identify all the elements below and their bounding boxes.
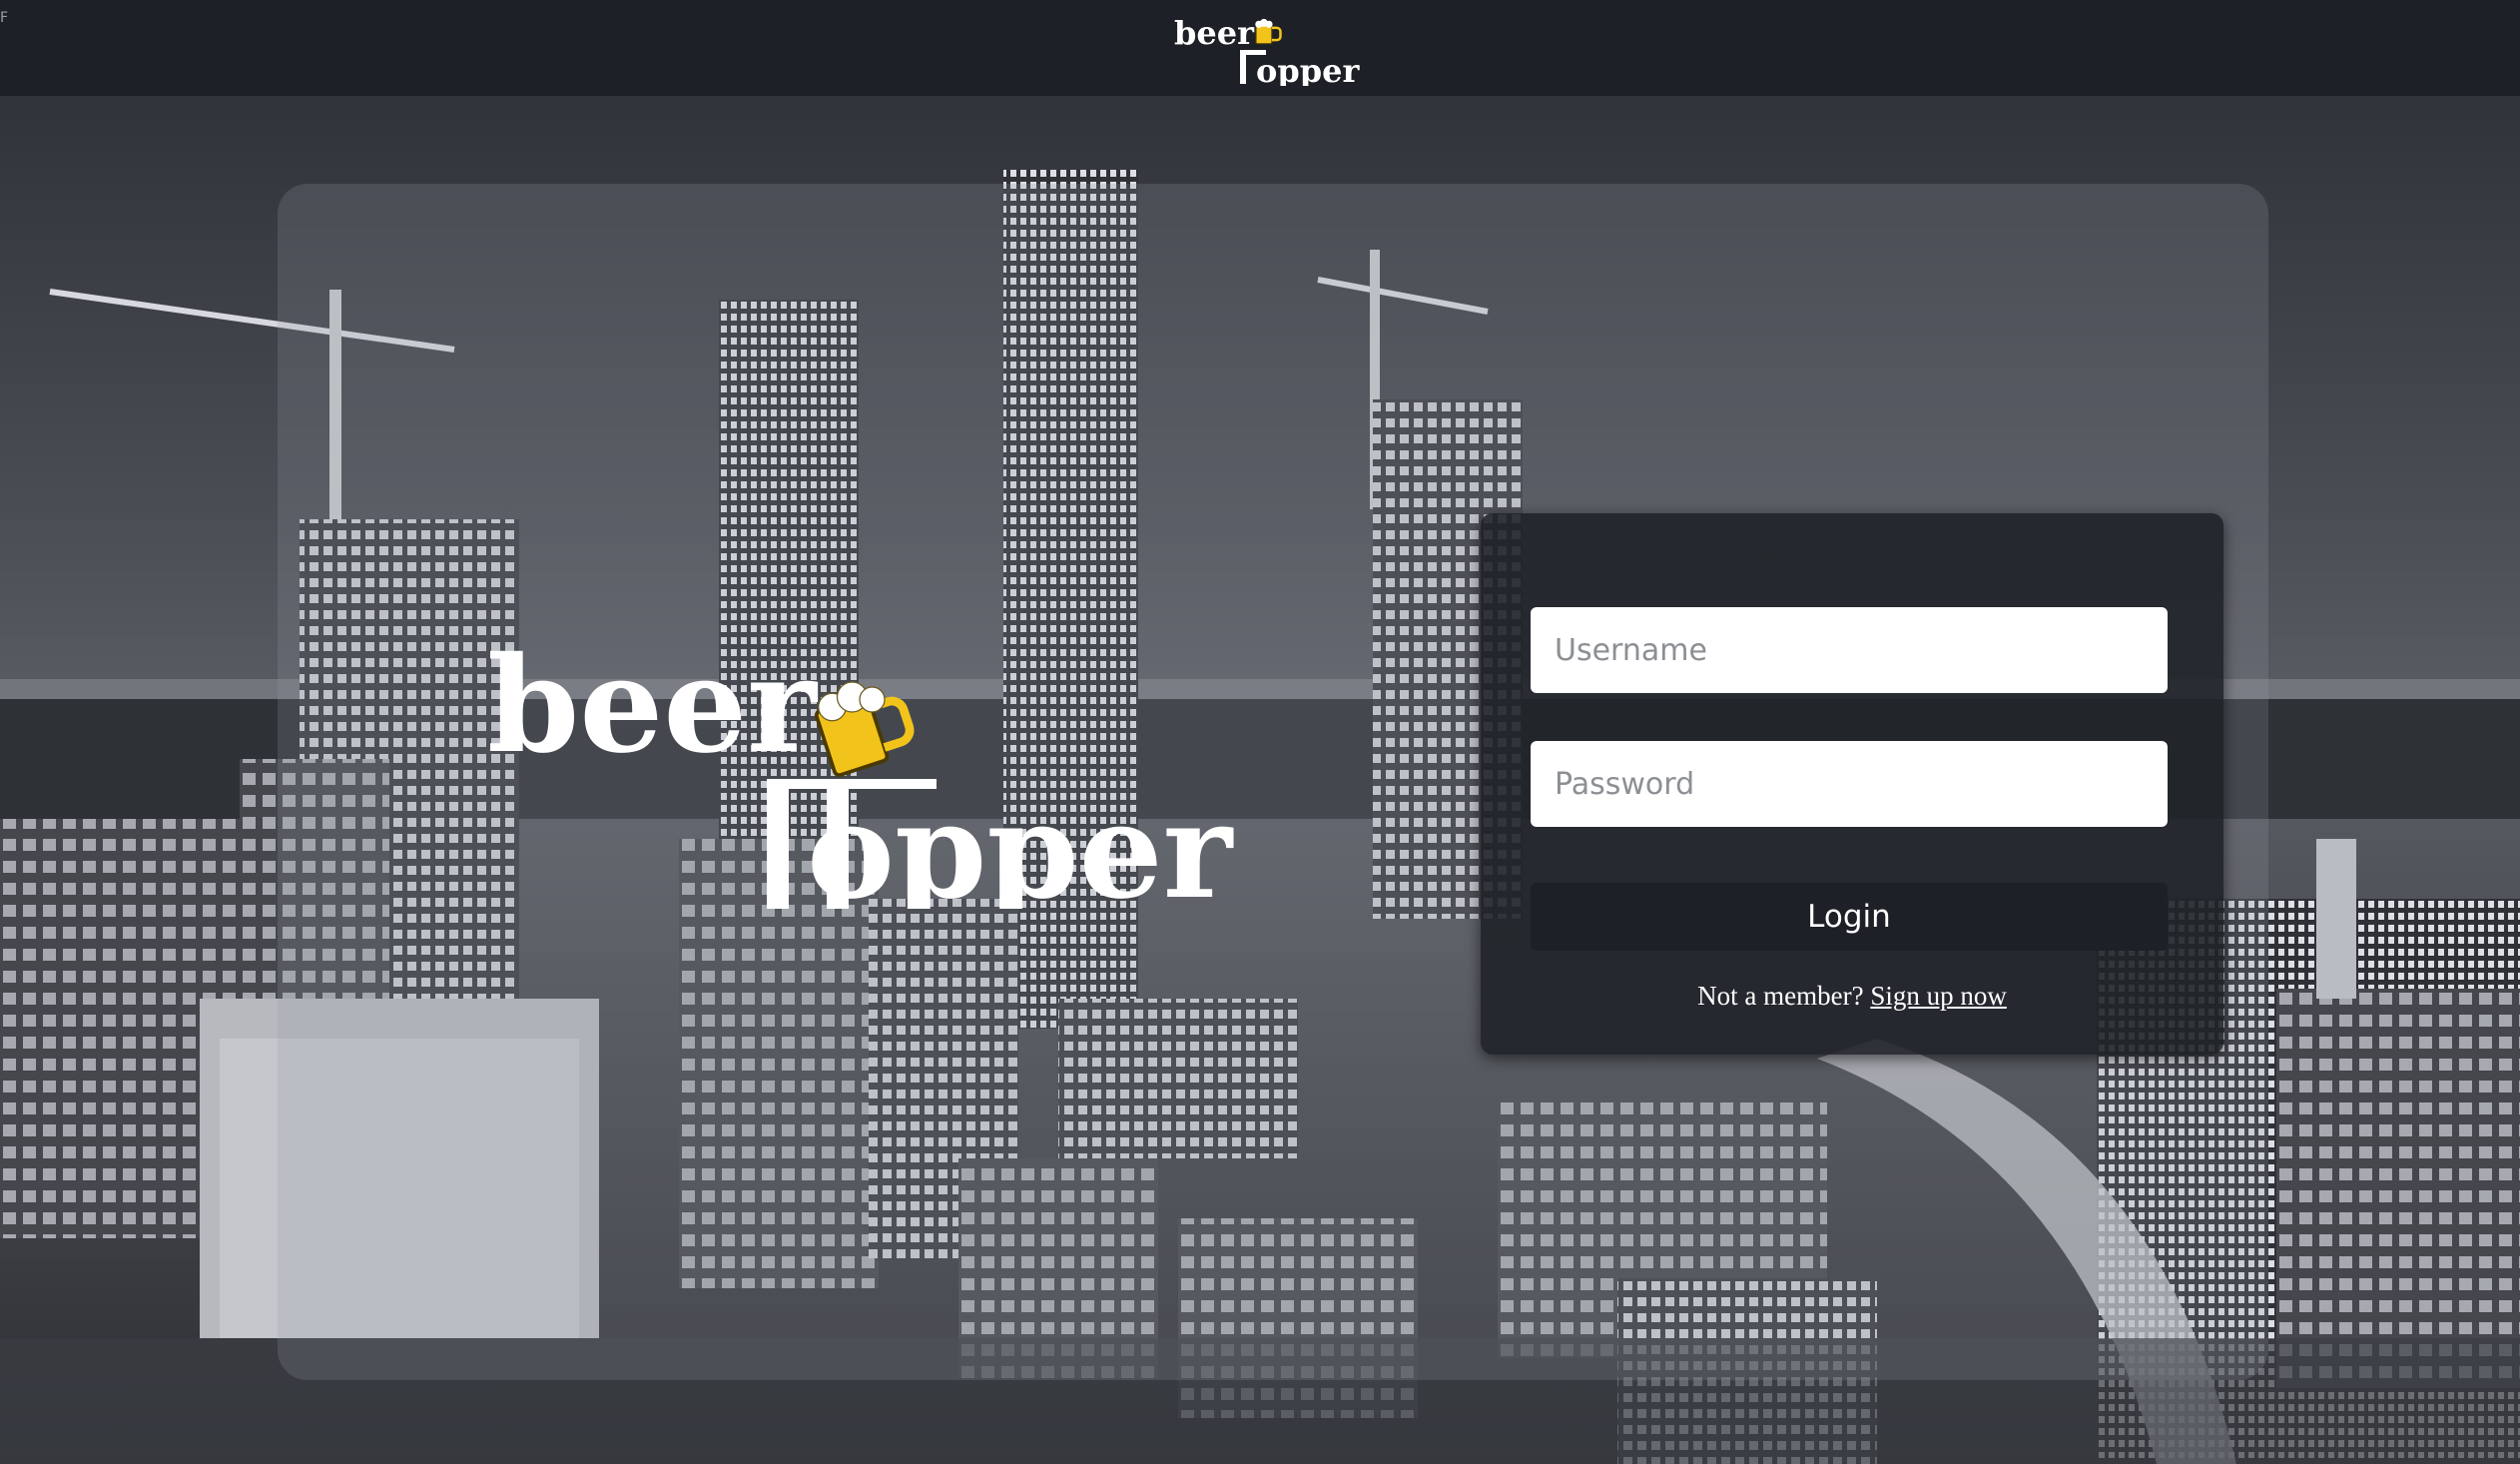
svg-text:beer: beer [487, 639, 818, 783]
hero-brand-logo: beer opper [487, 639, 1234, 909]
username-input[interactable] [1531, 607, 2168, 693]
beer-mug-icon [814, 681, 915, 777]
login-button[interactable]: Login [1531, 883, 2168, 951]
not-member-text: Not a member? [1697, 981, 1864, 1011]
svg-text:opper: opper [1256, 52, 1360, 86]
nav-brand-logo[interactable]: beer opper [1170, 10, 1384, 86]
corner-mark: F [0, 10, 9, 26]
login-card: Login Not a member? Sign up now [1481, 513, 2223, 1055]
signup-link[interactable]: Sign up now [1870, 981, 2007, 1011]
top-navbar: F beer opper [0, 0, 2520, 96]
password-input[interactable] [1531, 741, 2168, 827]
svg-text:beer: beer [1174, 14, 1255, 52]
svg-text:opper: opper [807, 774, 1234, 909]
signup-prompt: Not a member? Sign up now [1481, 981, 2223, 1012]
beer-mug-icon [1255, 18, 1282, 45]
